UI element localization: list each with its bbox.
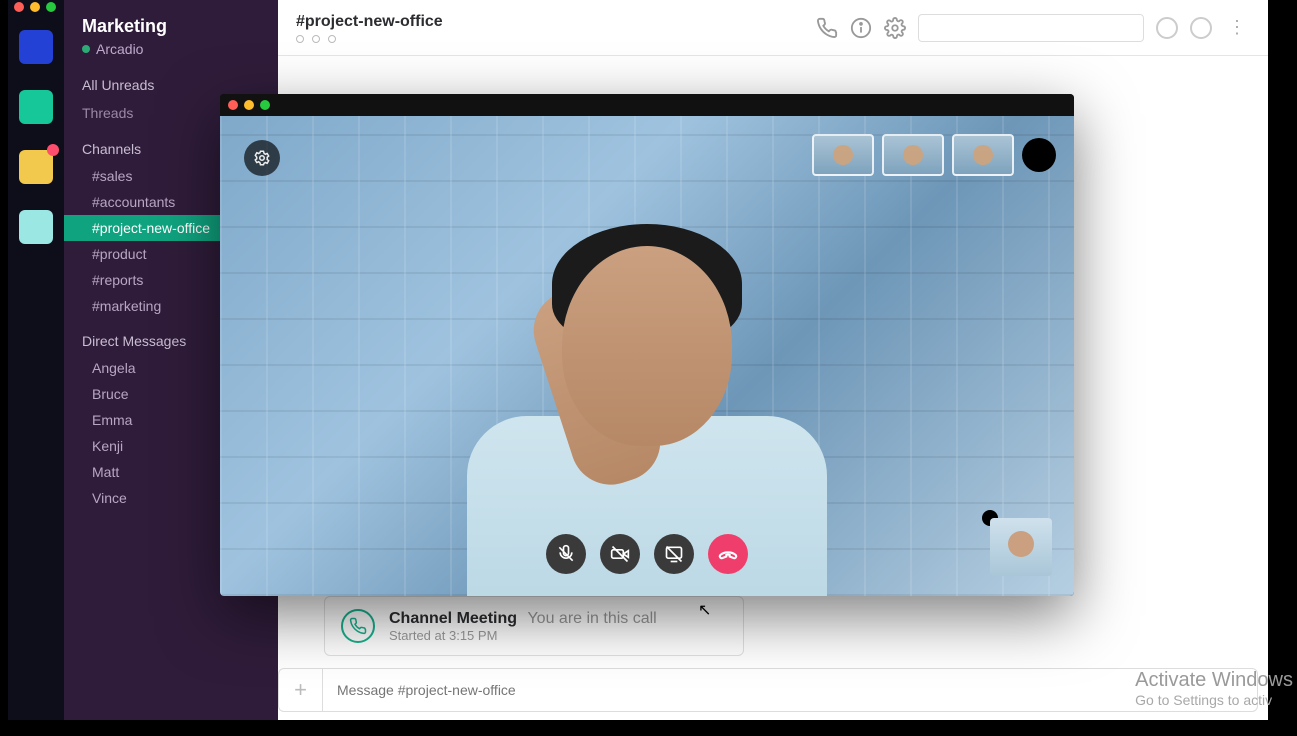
- self-view[interactable]: [990, 518, 1052, 576]
- meta-dot-icon: [328, 35, 336, 43]
- minimize-icon[interactable]: [30, 2, 40, 12]
- close-icon[interactable]: [228, 100, 238, 110]
- channel-title[interactable]: #project-new-office: [296, 13, 443, 31]
- maximize-icon[interactable]: [46, 2, 56, 12]
- search-input[interactable]: [918, 14, 1144, 42]
- phone-icon: [341, 609, 375, 643]
- meta-dot-icon: [312, 35, 320, 43]
- channel-meta: [296, 35, 443, 43]
- maximize-icon[interactable]: [260, 100, 270, 110]
- window-traffic-lights: [8, 0, 62, 14]
- message-input[interactable]: [322, 668, 1258, 712]
- mention-icon[interactable]: [1156, 17, 1178, 39]
- video-call-window[interactable]: [220, 94, 1074, 596]
- participant-thumb-empty[interactable]: [1022, 138, 1056, 172]
- user-name: Arcadio: [96, 41, 143, 57]
- participant-thumbnails: [812, 134, 1056, 176]
- call-icon[interactable]: [816, 17, 838, 39]
- team-name[interactable]: Marketing: [82, 16, 260, 37]
- call-controls: [546, 534, 748, 574]
- call-card[interactable]: Channel Meeting You are in this call Sta…: [324, 596, 744, 656]
- workspace-tile[interactable]: [19, 210, 53, 244]
- participant-thumb[interactable]: [812, 134, 874, 176]
- star-icon[interactable]: [1190, 17, 1212, 39]
- workspace-dock: [8, 0, 64, 720]
- presence-dot-icon: [82, 45, 90, 53]
- attach-button[interactable]: +: [278, 668, 322, 712]
- message-composer: +: [278, 668, 1258, 712]
- call-settings-button[interactable]: [244, 140, 280, 176]
- channel-header: #project-new-office ⋮: [278, 0, 1268, 56]
- close-icon[interactable]: [14, 2, 24, 12]
- gear-icon[interactable]: [884, 17, 906, 39]
- workspace-tile[interactable]: [19, 90, 53, 124]
- workspace-tile[interactable]: [19, 30, 53, 64]
- toggle-camera-button[interactable]: [600, 534, 640, 574]
- minimize-icon[interactable]: [244, 100, 254, 110]
- video-main-feed: [220, 116, 1074, 596]
- call-note: You are in this call: [527, 610, 656, 627]
- mute-mic-button[interactable]: [546, 534, 586, 574]
- notification-badge-icon: [47, 144, 59, 156]
- info-icon[interactable]: [850, 17, 872, 39]
- participant-thumb[interactable]: [882, 134, 944, 176]
- share-screen-button[interactable]: [654, 534, 694, 574]
- meta-dot-icon: [296, 35, 304, 43]
- end-call-button[interactable]: [708, 534, 748, 574]
- participant-thumb[interactable]: [952, 134, 1014, 176]
- more-icon[interactable]: ⋮: [1224, 17, 1250, 38]
- workspace-tile[interactable]: [19, 150, 53, 184]
- user-presence[interactable]: Arcadio: [82, 41, 260, 57]
- call-subtitle: Started at 3:15 PM: [389, 628, 657, 643]
- video-window-titlebar[interactable]: [220, 94, 1074, 116]
- call-title: Channel Meeting: [389, 610, 517, 627]
